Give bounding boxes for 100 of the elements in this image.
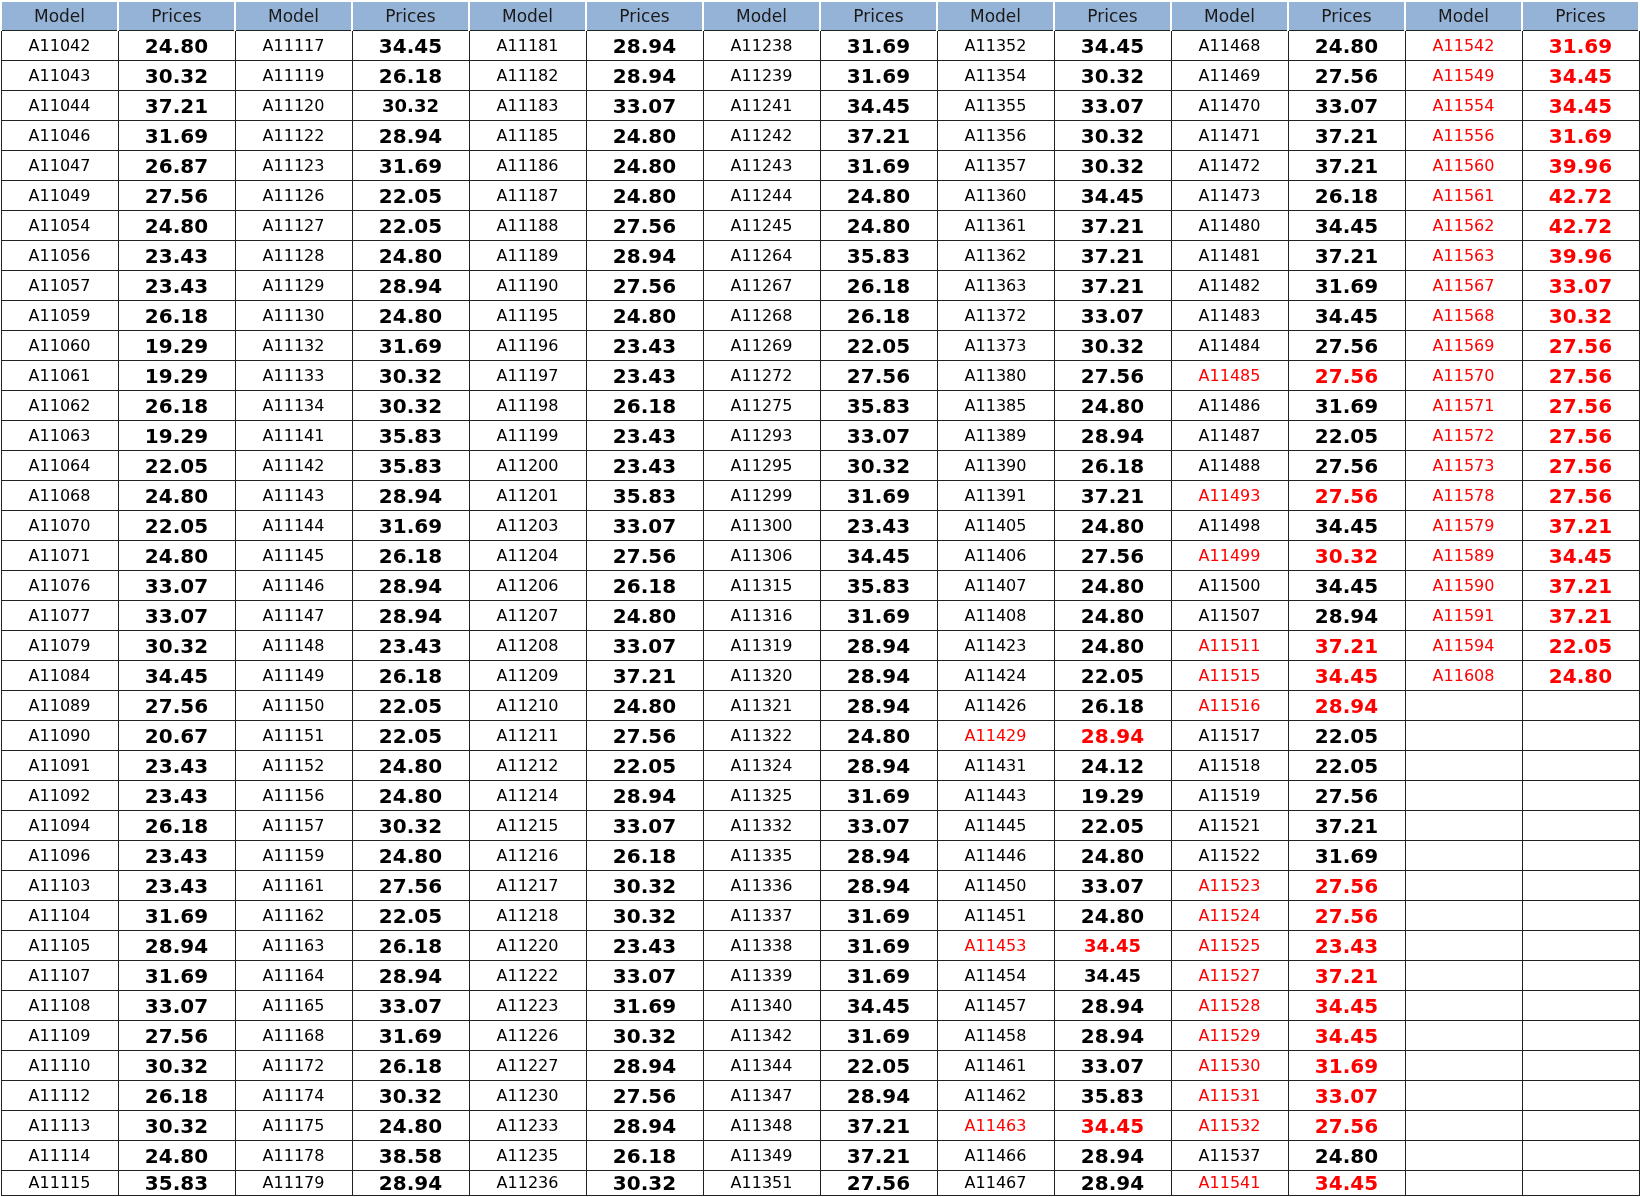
price-cell: 27.56: [1288, 780, 1405, 811]
price-cell: 34.45: [1522, 540, 1639, 571]
price-cell: 31.69: [1288, 270, 1405, 301]
model-cell: A11222: [469, 960, 586, 991]
price-cell: 34.45: [118, 660, 235, 691]
price-cell: 27.56: [586, 720, 703, 751]
model-cell: A11141: [235, 420, 352, 451]
model-cell: A11044: [1, 90, 118, 121]
price-cell: 28.94: [352, 570, 469, 601]
model-cell: A11338: [703, 930, 820, 961]
model-cell: A11482: [1171, 270, 1288, 301]
price-cell: 37.21: [1054, 270, 1171, 301]
price-cell: 31.69: [820, 30, 937, 61]
price-cell: 27.56: [352, 870, 469, 901]
model-cell: A11198: [469, 390, 586, 421]
price-cell: 28.94: [352, 960, 469, 991]
price-cell: 31.69: [820, 930, 937, 961]
price-cell: 31.69: [352, 1020, 469, 1051]
model-cell: A11062: [1, 390, 118, 421]
model-cell: A11590: [1405, 570, 1522, 601]
model-cell: A11493: [1171, 480, 1288, 511]
model-cell: A11521: [1171, 810, 1288, 841]
price-cell: 28.94: [820, 750, 937, 781]
model-cell: A11105: [1, 930, 118, 961]
price-cell: 23.43: [118, 780, 235, 811]
price-cell: 30.32: [352, 90, 469, 121]
model-cell: A11519: [1171, 780, 1288, 811]
model-cell: A11226: [469, 1020, 586, 1051]
model-cell: A11316: [703, 600, 820, 631]
price-cell: 31.69: [118, 900, 235, 931]
model-cell: A11349: [703, 1140, 820, 1171]
model-cell: A11408: [937, 600, 1054, 631]
model-cell: A11244: [703, 180, 820, 211]
price-cell: 26.18: [352, 540, 469, 571]
price-cell: 31.69: [820, 600, 937, 631]
price-cell: 34.45: [1288, 210, 1405, 241]
model-cell: A11188: [469, 210, 586, 241]
column-header: Model: [937, 1, 1054, 31]
model-cell: A11127: [235, 210, 352, 241]
price-cell: 20.67: [118, 720, 235, 751]
price-cell: 26.87: [118, 150, 235, 181]
price-cell: 33.07: [586, 90, 703, 121]
model-cell: A11446: [937, 840, 1054, 871]
model-cell: A11372: [937, 300, 1054, 331]
model-cell: A11391: [937, 480, 1054, 511]
price-cell: 23.43: [820, 510, 937, 541]
price-cell: 24.80: [352, 780, 469, 811]
model-cell: A11128: [235, 240, 352, 271]
model-cell: A11340: [703, 990, 820, 1021]
price-cell: 34.45: [1288, 1020, 1405, 1051]
column-header: Model: [703, 1, 820, 31]
model-cell: A11523: [1171, 870, 1288, 901]
model-cell: A11148: [235, 630, 352, 661]
model-cell: A11563: [1405, 240, 1522, 271]
model-cell: A11272: [703, 360, 820, 391]
model-cell: A11163: [235, 930, 352, 961]
price-cell: 31.69: [586, 990, 703, 1021]
price-cell: 30.32: [586, 1170, 703, 1196]
price-cell: 28.94: [820, 660, 937, 691]
price-cell: 28.94: [118, 930, 235, 961]
model-cell: A11147: [235, 600, 352, 631]
model-cell: A11429: [937, 720, 1054, 751]
model-cell: A11238: [703, 30, 820, 61]
model-cell: A11235: [469, 1140, 586, 1171]
price-cell: 33.07: [1054, 870, 1171, 901]
model-cell: A11157: [235, 810, 352, 841]
price-cell: 30.32: [118, 630, 235, 661]
model-cell: A11199: [469, 420, 586, 451]
price-cell: 24.80: [586, 690, 703, 721]
price-cell: 22.05: [352, 180, 469, 211]
model-cell: A11481: [1171, 240, 1288, 271]
model-cell: A11594: [1405, 630, 1522, 661]
model-cell: A11150: [235, 690, 352, 721]
model-cell: A11573: [1405, 450, 1522, 481]
price-cell: 28.94: [1054, 420, 1171, 451]
model-cell: A11269: [703, 330, 820, 361]
model-cell: A11363: [937, 270, 1054, 301]
price-cell: 24.80: [586, 120, 703, 151]
price-cell: 33.07: [586, 810, 703, 841]
price-cell: 24.80: [118, 1140, 235, 1171]
model-cell: A11342: [703, 1020, 820, 1051]
model-cell: A11211: [469, 720, 586, 751]
price-cell: 30.32: [118, 60, 235, 91]
price-cell: 26.18: [1288, 180, 1405, 211]
model-cell: A11195: [469, 300, 586, 331]
model-cell: A11208: [469, 630, 586, 661]
price-cell: 37.21: [1522, 510, 1639, 541]
price-cell: 22.05: [352, 690, 469, 721]
model-cell: A11407: [937, 570, 1054, 601]
model-cell: A11275: [703, 390, 820, 421]
price-cell: 28.94: [586, 60, 703, 91]
price-cell: 30.32: [586, 870, 703, 901]
price-cell: 30.32: [586, 900, 703, 931]
model-cell: A11380: [937, 360, 1054, 391]
model-cell: A11522: [1171, 840, 1288, 871]
model-cell: A11110: [1, 1050, 118, 1081]
price-cell: 27.56: [1288, 870, 1405, 901]
price-cell: 30.32: [1054, 150, 1171, 181]
price-cell: 28.94: [1054, 720, 1171, 751]
price-cell: 27.56: [586, 1080, 703, 1111]
